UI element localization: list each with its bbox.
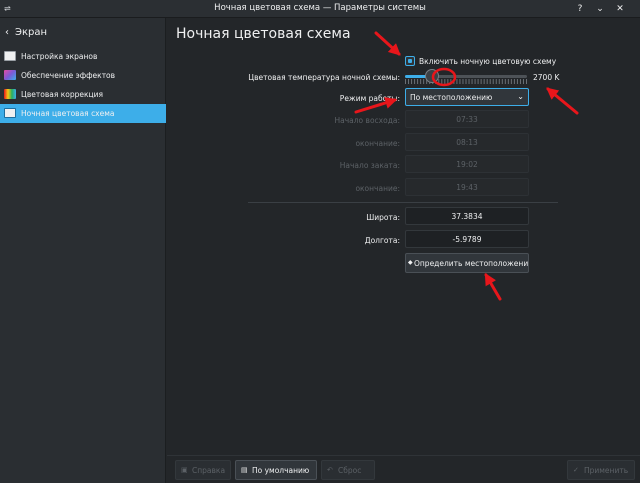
enable-night-color-checkbox[interactable] — [405, 56, 415, 66]
sunrise-end-value: 08:13 — [456, 138, 478, 147]
minimize-icon[interactable]: ⌄ — [594, 3, 606, 15]
sidebar-item-label: Обеспечение эффектов — [21, 71, 116, 80]
longitude-label: Долгота: — [364, 236, 400, 245]
color-correction-icon — [4, 89, 16, 99]
locate-icon: ◆ — [408, 259, 413, 266]
longitude-field[interactable]: -5.9789 — [405, 230, 529, 248]
main-panel: Ночная цветовая схема Включить ночную цв… — [167, 18, 640, 455]
mode-label: Режим работы: — [339, 94, 400, 103]
apply-label: Применить — [584, 466, 629, 475]
window-title: Ночная цветовая схема — Параметры систем… — [214, 3, 426, 13]
sunrise-start-label: Начало восхода: — [334, 116, 401, 125]
sunset-start-value: 19:02 — [456, 160, 478, 169]
latitude-value: 37.3834 — [451, 212, 483, 221]
temperature-slider-ticks — [405, 79, 527, 84]
reset-label: Сброс — [338, 466, 362, 475]
sunset-start-label: Начало заката: — [339, 161, 400, 170]
detect-location-label: Определить местоположени — [414, 259, 529, 268]
effects-monitor-icon — [4, 70, 16, 80]
sidebar-item-displays[interactable]: Настройка экранов — [0, 47, 166, 66]
bottom-button-bar: ▣ Справка ▤ По умолчанию ↶ Сброс ✓ Приме… — [167, 455, 640, 483]
latitude-label: Широта: — [366, 213, 400, 222]
sunrise-start-value: 07:33 — [456, 115, 478, 124]
temperature-value: 2700 K — [533, 73, 560, 82]
temperature-slider[interactable] — [405, 75, 527, 78]
help-icon[interactable]: ? — [574, 3, 586, 15]
sidebar-item-label: Ночная цветовая схема — [21, 109, 115, 118]
reset-button[interactable]: ↶ Сброс — [321, 460, 375, 480]
mode-combobox[interactable]: По местоположению ⌄ — [405, 88, 529, 106]
monitor-icon — [4, 51, 16, 61]
sidebar-item-night-color[interactable]: Ночная цветовая схема — [0, 104, 166, 123]
apply-button[interactable]: ✓ Применить — [567, 460, 635, 480]
enable-night-color-label[interactable]: Включить ночную цветовую схему — [419, 57, 556, 66]
defaults-button[interactable]: ▤ По умолчанию — [235, 460, 317, 480]
help-label: Справка — [192, 466, 226, 475]
temperature-label: Цветовая температура ночной схемы: — [248, 73, 400, 82]
sunset-end-field: 19:43 — [405, 178, 529, 196]
defaults-label: По умолчанию — [252, 466, 310, 475]
sunrise-start-field: 07:33 — [405, 110, 529, 128]
document-defaults-icon: ▤ — [241, 466, 248, 474]
section-divider — [248, 202, 558, 203]
sunset-start-field: 19:02 — [405, 155, 529, 173]
window-titlebar: ⇌ Ночная цветовая схема — Параметры сист… — [0, 0, 640, 18]
sidebar-back-button[interactable]: ‹ Экран — [0, 24, 166, 44]
sidebar-item-label: Настройка экранов — [21, 52, 98, 61]
sunset-end-label: окончание: — [355, 184, 400, 193]
night-color-monitor-icon — [4, 108, 16, 118]
sidebar-item-color-correction[interactable]: Цветовая коррекция — [0, 85, 166, 104]
sidebar: ‹ Экран Настройка экранов Обеспечение эф… — [0, 18, 166, 483]
chevron-left-icon: ‹ — [5, 27, 9, 38]
undo-icon: ↶ — [327, 466, 333, 474]
latitude-field[interactable]: 37.3834 — [405, 207, 529, 225]
close-icon[interactable]: ✕ — [614, 3, 626, 15]
detect-location-button[interactable]: ◆ Определить местоположени — [405, 253, 529, 273]
page-title: Ночная цветовая схема — [176, 26, 351, 42]
sunrise-end-label: окончание: — [355, 139, 400, 148]
sidebar-back-label: Экран — [15, 27, 48, 38]
sidebar-item-effects[interactable]: Обеспечение эффектов — [0, 66, 166, 85]
sunset-end-value: 19:43 — [456, 183, 478, 192]
sunrise-end-field: 08:13 — [405, 133, 529, 151]
checkmark-icon: ✓ — [573, 466, 579, 474]
mode-value: По местоположению — [410, 93, 493, 102]
longitude-value: -5.9789 — [452, 235, 482, 244]
help-button[interactable]: ▣ Справка — [175, 460, 231, 480]
temperature-slider-handle[interactable] — [424, 69, 439, 83]
help-book-icon: ▣ — [181, 466, 188, 474]
sidebar-item-label: Цветовая коррекция — [21, 90, 104, 99]
chevron-down-icon: ⌄ — [517, 92, 524, 101]
